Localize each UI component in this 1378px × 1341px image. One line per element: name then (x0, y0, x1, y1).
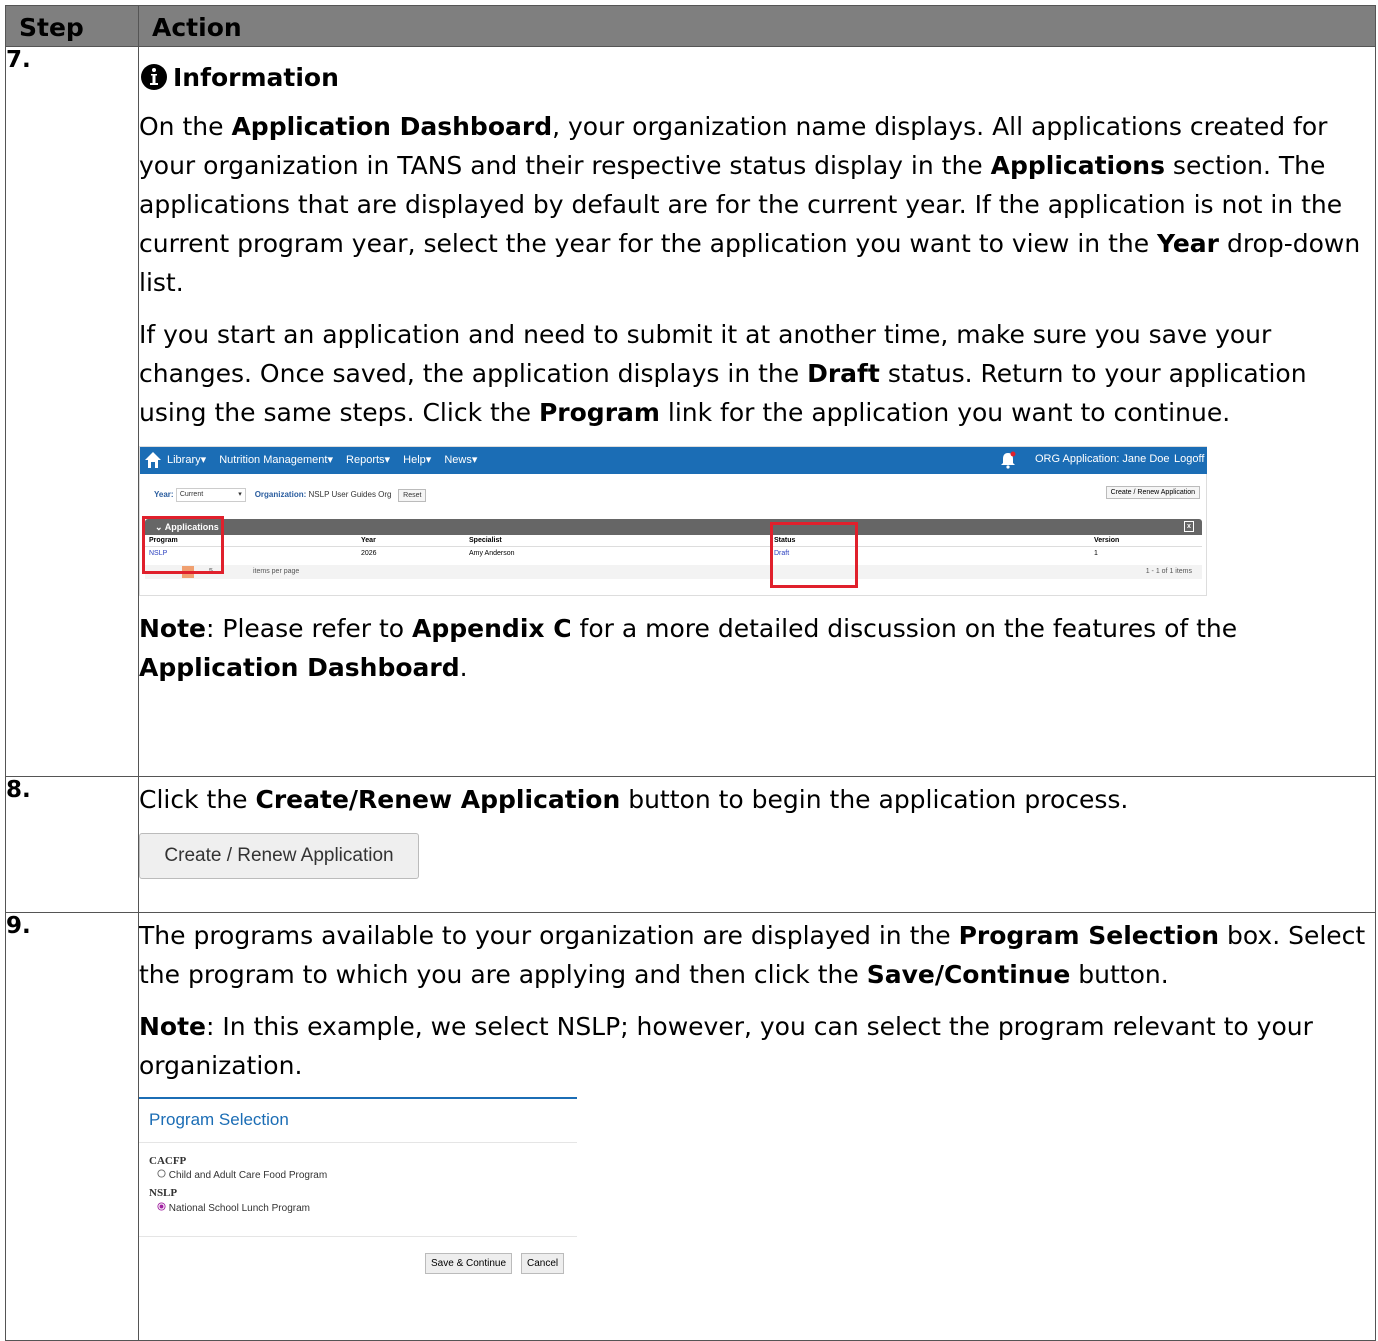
table-row: NSLP 2026 Amy Anderson Draft 1 (145, 547, 1202, 559)
user-label: ORG Application: Jane Doe (1035, 453, 1170, 465)
nav-menu-item[interactable]: Reports▾ (346, 454, 390, 466)
step-7-note: Note: Please refer to Appendix C for a m… (139, 614, 1238, 682)
step-8-row: 8. Click the Create/Renew Application bu… (5, 776, 1376, 913)
bold-term: Applications (990, 151, 1165, 180)
action-column-header: Action (138, 5, 1376, 47)
program-selection-screenshot: Program Selection CACFP Child and Adult … (139, 1097, 577, 1291)
step-7-paragraph-2: If you start an application and need to … (139, 320, 1307, 427)
nav-menus: Library▾ Nutrition Management▾ Reports▾ … (167, 453, 487, 466)
step-number: 8. (5, 776, 139, 913)
nav-menu-item[interactable]: News▾ (444, 454, 477, 466)
step-column-header: Step (5, 5, 139, 47)
table-header-row: Step Action (5, 5, 1376, 47)
bold-term: Program (538, 398, 660, 427)
save-continue-button[interactable]: Save & Continue (425, 1253, 513, 1274)
step-8-action: Click the Create/Renew Application butto… (138, 776, 1376, 913)
step-9-text: The programs available to your organizat… (139, 921, 1366, 989)
bold-term: Note (139, 1012, 207, 1041)
home-icon[interactable] (144, 451, 162, 469)
step-7-row: 7. Information On the Application Dashbo… (5, 46, 1376, 777)
year-label: Year: (154, 490, 174, 500)
nav-menu-item[interactable]: Library▾ (167, 454, 206, 466)
step-7-action: Information On the Application Dashboard… (138, 46, 1376, 777)
bold-term: Note (139, 614, 207, 643)
grid-cell: Amy Anderson (469, 549, 515, 557)
step-number: 7. (5, 46, 139, 777)
radio-selected-icon[interactable] (157, 1202, 166, 1211)
cancel-button[interactable]: Cancel (521, 1253, 565, 1274)
nav-menu-item[interactable]: Help▾ (403, 454, 431, 466)
grid-cell: 1 (1094, 549, 1098, 557)
grid-pager: 5 items per page 1 - 1 of 1 items (145, 565, 1202, 579)
info-icon (141, 64, 167, 90)
step-9-row: 9. The programs available to your organi… (5, 912, 1376, 1341)
program-highlight-box (142, 516, 224, 574)
radio-option[interactable]: Child and Adult Care Food Program (157, 1169, 327, 1181)
program-selection-title: Program Selection (149, 1110, 289, 1129)
step-number: 9. (5, 912, 139, 1341)
logoff-link[interactable]: Logoff (1174, 453, 1204, 465)
grid-header-row: Program Year Specialist Status Version (145, 535, 1202, 547)
grid-cell: 2026 (361, 549, 377, 557)
grid-header[interactable]: Specialist (465, 537, 770, 544)
create-renew-button-small[interactable]: Create / Renew Application (1105, 486, 1200, 499)
procedure-table: Step Action 7. Information On the Applic… (5, 5, 1376, 1341)
applications-section-bar[interactable]: ⌄ Applications x (145, 519, 1202, 535)
grid-header[interactable]: Version (1090, 537, 1190, 544)
reset-button[interactable]: Reset (398, 489, 427, 503)
nav-menu-item[interactable]: Nutrition Management▾ (219, 454, 333, 466)
step-7-paragraph-1: On the Application Dashboard, your organ… (139, 112, 1361, 297)
step-8-text: Click the Create/Renew Application butto… (139, 785, 1129, 814)
step-9-action: The programs available to your organizat… (138, 912, 1376, 1341)
items-per-page-label: items per page (253, 568, 300, 575)
step-9-note: Note: In this example, we select NSLP; h… (139, 1012, 1313, 1080)
grid-header[interactable]: Year (357, 537, 465, 544)
status-highlight-box (770, 522, 858, 588)
filter-bar: Year: Current ▾ Organization: NSLP User G… (154, 488, 427, 503)
bold-term: Save/Continue (866, 960, 1071, 989)
bold-term: Draft (807, 359, 880, 388)
item-count: 1 - 1 of 1 items (1145, 568, 1192, 575)
group-label: NSLP (149, 1187, 178, 1199)
bold-term: Year (1157, 229, 1220, 258)
notification-bell-icon[interactable] (1000, 451, 1016, 469)
year-select[interactable]: Current ▾ (175, 488, 246, 502)
top-nav-bar: Library▾ Nutrition Management▾ Reports▾ … (140, 447, 1207, 474)
bold-term: Appendix C (412, 614, 572, 643)
bold-term: Create/Renew Application (255, 785, 621, 814)
create-renew-button[interactable]: Create / Renew Application (139, 833, 419, 879)
radio-unselected-icon[interactable] (157, 1169, 166, 1178)
excel-export-icon[interactable]: x (1184, 521, 1194, 532)
dashboard-screenshot: Library▾ Nutrition Management▾ Reports▾ … (139, 446, 1207, 596)
information-heading: Information (139, 54, 1375, 94)
bold-term: Program Selection (958, 921, 1220, 950)
applications-grid: Program Year Specialist Status Version N… (145, 535, 1202, 559)
organization-value: NSLP User Guides Org (308, 490, 392, 500)
organization-label: Organization: (254, 490, 307, 500)
information-title: Information (173, 63, 339, 92)
group-label: CACFP (149, 1155, 187, 1167)
bold-term: Application Dashboard (231, 112, 553, 141)
dropdown-arrow-icon: ▾ (238, 491, 242, 498)
radio-option[interactable]: National School Lunch Program (157, 1202, 310, 1214)
bold-term: Application Dashboard (139, 653, 460, 682)
